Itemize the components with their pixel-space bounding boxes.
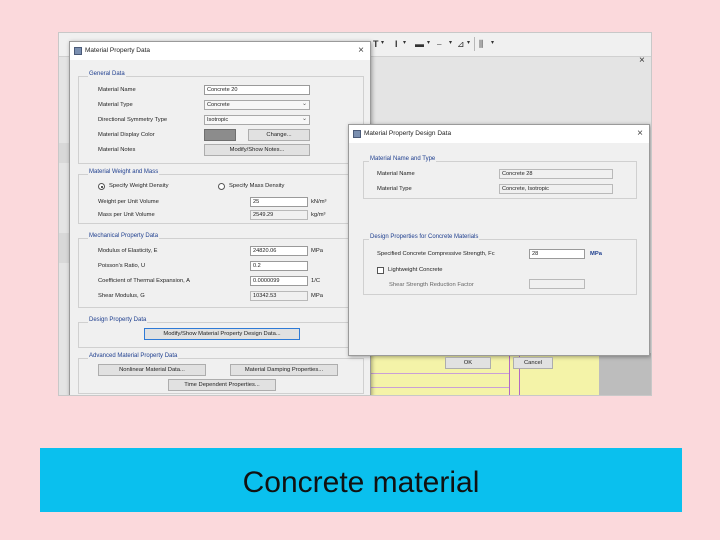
shear-modulus-input: 10342.53 bbox=[250, 291, 308, 301]
section-heading: Material Weight and Mass bbox=[88, 169, 160, 175]
design-material-name-label: Material Name bbox=[377, 171, 415, 177]
model-panel bbox=[599, 353, 651, 395]
weight-unit: kN/m³ bbox=[311, 199, 327, 205]
design-data-dialog: Material Property Design Data × Material… bbox=[348, 124, 650, 369]
dialog-app-icon bbox=[74, 47, 82, 55]
weight-density-label: Specify Weight Density bbox=[109, 183, 169, 189]
toolbar-separator bbox=[474, 37, 475, 51]
compressive-strength-unit: MPa bbox=[590, 251, 602, 257]
modulus-elasticity-input[interactable]: 24820.06 bbox=[250, 246, 308, 256]
slide-caption: Concrete material bbox=[242, 466, 480, 499]
close-icon[interactable]: × bbox=[637, 128, 643, 139]
weight-density-radio[interactable] bbox=[98, 183, 105, 190]
modulus-elasticity-label: Modulus of Elasticity, E bbox=[98, 248, 158, 254]
dialog-title: Material Property Data bbox=[85, 47, 151, 54]
time-dependent-button[interactable]: Time Dependent Properties... bbox=[168, 379, 276, 391]
thermal-expansion-label: Coefficient of Thermal Expansion, A bbox=[98, 278, 190, 284]
material-notes-label: Material Notes bbox=[98, 147, 136, 153]
line-style-dropdown[interactable]: ▾ bbox=[427, 39, 430, 46]
section-heading: Design Properties for Concrete Materials bbox=[369, 234, 480, 240]
modulus-unit: MPa bbox=[311, 248, 323, 254]
app-screenshot: T ▾ I ▾ ▬ ▾ ⎯ ▾ ⊿ ▾ ⫼ ▾ × Material Prope… bbox=[58, 32, 652, 396]
thermal-unit: 1/C bbox=[311, 278, 321, 284]
model-view[interactable] bbox=[369, 353, 651, 395]
line-weight-button[interactable]: ⎯ bbox=[437, 39, 442, 50]
lightweight-label: Lightweight Concrete bbox=[388, 267, 443, 273]
thermal-expansion-input[interactable]: 0.0000099 bbox=[250, 276, 308, 286]
shear-modulus-unit: MPa bbox=[311, 293, 323, 299]
poisson-ratio-input[interactable]: 0.2 bbox=[250, 261, 308, 271]
caption-banner: Concrete material bbox=[40, 448, 682, 512]
poisson-ratio-label: Poisson's Ratio, U bbox=[98, 263, 146, 269]
cancel-button[interactable]: Cancel bbox=[513, 357, 553, 369]
layout-tool-dropdown[interactable]: ▾ bbox=[491, 39, 494, 46]
text-tool-dropdown[interactable]: ▾ bbox=[381, 39, 384, 46]
section-heading: General Data bbox=[88, 71, 126, 77]
mass-unit: kg/m³ bbox=[311, 212, 326, 218]
modify-notes-button[interactable]: Modify/Show Notes... bbox=[204, 144, 310, 156]
layout-tool-button[interactable]: ⫼ bbox=[479, 39, 483, 50]
dialog-title: Material Property Design Data bbox=[364, 130, 452, 137]
mass-density-label: Specify Mass Density bbox=[229, 183, 285, 189]
symmetry-type-label: Directional Symmetry Type bbox=[98, 117, 168, 123]
mass-per-volume-input: 2549.29 bbox=[250, 210, 308, 220]
modify-design-data-button[interactable]: Modify/Show Material Property Design Dat… bbox=[144, 328, 300, 340]
section-tool-button[interactable]: I bbox=[395, 39, 398, 49]
mass-density-radio[interactable] bbox=[218, 183, 225, 190]
display-color-swatch bbox=[204, 129, 236, 141]
lightweight-checkbox[interactable] bbox=[377, 267, 384, 274]
symmetry-type-value: Isotropic bbox=[207, 117, 229, 123]
dialog-titlebar: Material Property Data × bbox=[70, 42, 370, 60]
section-heading: Design Property Data bbox=[88, 317, 148, 323]
compressive-strength-input[interactable]: 28 bbox=[529, 249, 585, 259]
section-heading: Advanced Material Property Data bbox=[88, 353, 179, 359]
model-frame-line bbox=[369, 373, 509, 374]
change-color-button[interactable]: Change... bbox=[248, 129, 310, 141]
weight-per-volume-input[interactable]: 25 bbox=[250, 197, 308, 207]
section-heading: Material Name and Type bbox=[369, 156, 437, 162]
material-name-label: Material Name bbox=[98, 87, 136, 93]
line-weight-dropdown[interactable]: ▾ bbox=[449, 39, 452, 46]
section-heading: Mechanical Property Data bbox=[88, 233, 160, 239]
shear-reduction-input bbox=[529, 279, 585, 289]
side-strip bbox=[59, 143, 69, 163]
dialog-app-icon bbox=[353, 130, 361, 138]
weight-per-volume-label: Weight per Unit Volume bbox=[98, 199, 159, 205]
compressive-strength-label: Specified Concrete Compressive Strength,… bbox=[377, 251, 495, 257]
material-name-input[interactable]: Concrete 20 bbox=[204, 85, 310, 95]
line-style-button[interactable]: ▬ bbox=[415, 39, 424, 49]
close-icon[interactable]: × bbox=[358, 45, 364, 56]
ok-button[interactable]: OK bbox=[445, 357, 491, 369]
text-tool-button[interactable]: T bbox=[373, 39, 379, 49]
material-type-label: Material Type bbox=[98, 102, 133, 108]
nonlinear-data-button[interactable]: Nonlinear Material Data... bbox=[98, 364, 206, 376]
side-strip bbox=[59, 233, 69, 263]
angle-tool-button[interactable]: ⊿ bbox=[457, 39, 465, 50]
design-material-name-value: Concrete 28 bbox=[499, 169, 613, 179]
symmetry-type-select[interactable]: Isotropic ⌄ bbox=[204, 115, 310, 125]
shear-reduction-label: Shear Strength Reduction Factor bbox=[389, 282, 474, 288]
shear-modulus-label: Shear Modulus, G bbox=[98, 293, 145, 299]
display-color-label: Material Display Color bbox=[98, 132, 155, 138]
dialog-titlebar: Material Property Design Data × bbox=[349, 125, 649, 143]
damping-properties-button[interactable]: Material Damping Properties... bbox=[230, 364, 338, 376]
chevron-down-icon: ⌄ bbox=[301, 116, 307, 122]
design-material-type-label: Material Type bbox=[377, 186, 412, 192]
design-material-type-value: Concrete, Isotropic bbox=[499, 184, 613, 194]
mass-per-volume-label: Mass per Unit Volume bbox=[98, 212, 155, 218]
material-property-dialog: Material Property Data × General Data Ma… bbox=[69, 41, 371, 395]
model-frame-line bbox=[509, 353, 510, 395]
section-tool-dropdown[interactable]: ▾ bbox=[403, 39, 406, 46]
angle-tool-dropdown[interactable]: ▾ bbox=[467, 39, 470, 46]
material-type-select[interactable]: Concrete ⌄ bbox=[204, 100, 310, 110]
window-close-icon[interactable]: × bbox=[639, 55, 645, 66]
material-type-value: Concrete bbox=[207, 102, 230, 108]
model-frame-line bbox=[369, 387, 509, 388]
chevron-down-icon: ⌄ bbox=[301, 101, 307, 107]
